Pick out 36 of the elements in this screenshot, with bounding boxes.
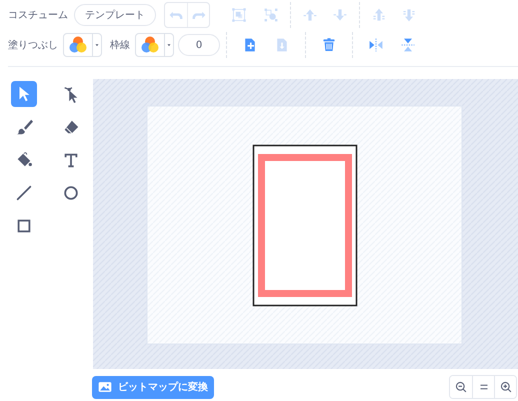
flip-vertical-icon <box>400 37 416 53</box>
eraser-icon <box>62 118 80 136</box>
circle-icon <box>62 184 80 202</box>
caret-icon <box>164 34 173 56</box>
flip-horizontal-icon <box>368 37 384 53</box>
text-icon <box>62 151 80 169</box>
arrow-up-icon <box>371 7 387 23</box>
image-icon <box>98 380 112 394</box>
mixed-color-icon <box>68 35 88 55</box>
rectangle-shape[interactable] <box>252 144 358 306</box>
group-icon <box>231 7 247 23</box>
fill-color-picker[interactable] <box>63 33 102 57</box>
outline-width-field[interactable]: 0 <box>178 34 220 56</box>
copy-icon <box>242 37 258 53</box>
zoom-in-button[interactable] <box>494 376 516 398</box>
paintbrush-icon <box>15 118 33 136</box>
arrow-cursor-tool[interactable] <box>11 81 37 107</box>
trash-icon <box>321 37 337 53</box>
mixed-color-icon <box>140 35 160 55</box>
arrow-down-icon <box>332 7 348 23</box>
square-icon <box>15 217 33 235</box>
outline-label: 枠線 <box>110 38 130 52</box>
caret-icon <box>92 34 101 56</box>
zoom-in-icon <box>498 380 512 394</box>
zoom-out-icon <box>454 380 468 394</box>
reshape-cursor-icon <box>62 85 80 103</box>
arrow-down-icon <box>401 7 417 23</box>
arrow-up-icon <box>302 7 318 23</box>
line-icon <box>15 184 33 202</box>
outline-color-picker[interactable] <box>135 33 174 57</box>
fill-label: 塗りつぶし <box>8 38 58 52</box>
ungroup-icon <box>263 7 279 23</box>
paste-icon <box>274 37 290 53</box>
costume-label: コスチューム <box>8 8 68 22</box>
paint-bucket-icon <box>15 151 33 169</box>
costume-name-field[interactable]: テンプレート <box>74 4 156 26</box>
